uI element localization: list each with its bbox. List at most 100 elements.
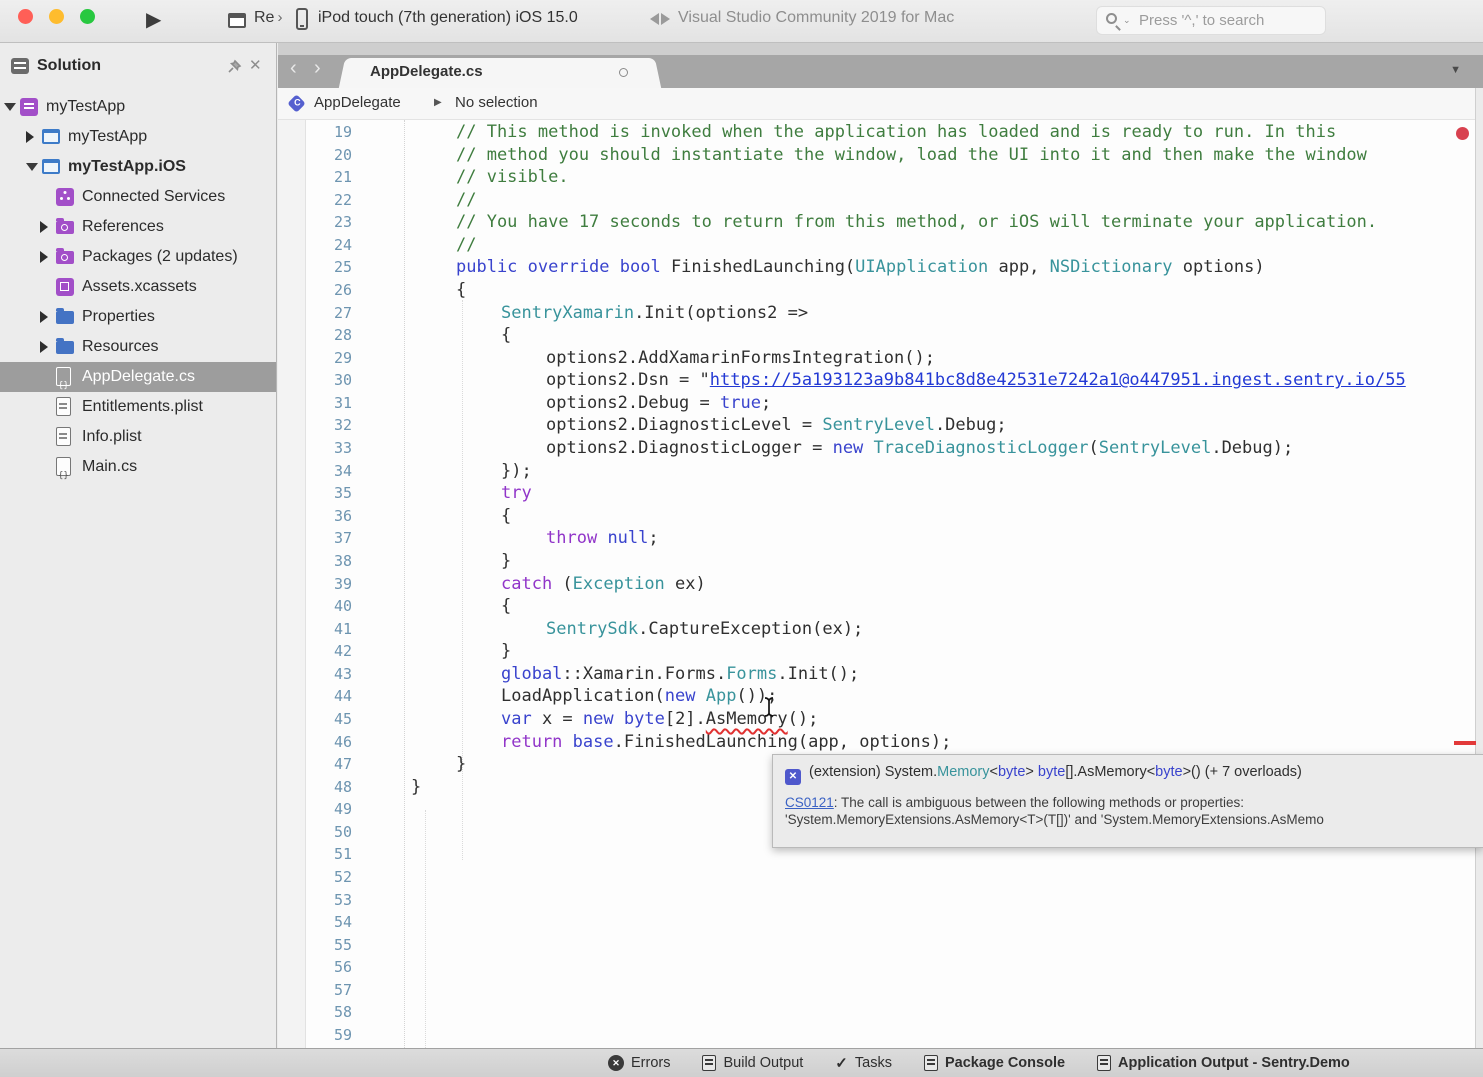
close-window-button[interactable]	[18, 9, 33, 24]
tree-item-main-cs[interactable]: Main.cs	[0, 452, 276, 482]
code-line-46[interactable]: 46return base.FinishedLaunching(app, opt…	[278, 731, 1475, 754]
line-number[interactable]: 36	[278, 505, 352, 528]
code-line-37[interactable]: 37throw null;	[278, 527, 1475, 550]
line-number[interactable]: 47	[278, 753, 352, 776]
zoom-window-button[interactable]	[80, 9, 95, 24]
pad-toggle-application-output-sentry-demo[interactable]: Application Output - Sentry.Demo	[1097, 1055, 1350, 1071]
pad-toggle-package-console[interactable]: Package Console	[924, 1055, 1065, 1071]
line-number[interactable]: 30	[278, 369, 352, 392]
code-line-41[interactable]: 41SentrySdk.CaptureException(ex);	[278, 618, 1475, 641]
code-line-27[interactable]: 27SentryXamarin.Init(options2 =>	[278, 302, 1475, 325]
line-number[interactable]: 42	[278, 640, 352, 663]
code-line-34[interactable]: 34});	[278, 460, 1475, 483]
code-line-57[interactable]: 57	[278, 979, 1475, 1002]
collapse-arrow-icon[interactable]	[4, 103, 16, 111]
global-search-field[interactable]: ⌄ Press '^,' to search	[1096, 6, 1326, 35]
search-scope-chevron-icon[interactable]: ⌄	[1123, 15, 1131, 26]
pad-toggle-tasks[interactable]: ✓Tasks	[835, 1054, 892, 1072]
navigate-forward-button[interactable]: ›	[314, 57, 321, 80]
code-line-38[interactable]: 38}	[278, 550, 1475, 573]
line-number[interactable]: 44	[278, 685, 352, 708]
code-line-44[interactable]: 44LoadApplication(new App());	[278, 685, 1475, 708]
expand-arrow-icon[interactable]	[40, 311, 48, 323]
error-code-link[interactable]: CS0121	[785, 795, 834, 810]
tree-item-mytestapp[interactable]: myTestApp	[0, 92, 276, 122]
tree-item-resources[interactable]: Resources	[0, 332, 276, 362]
line-number[interactable]: 32	[278, 414, 352, 437]
code-line-36[interactable]: 36{	[278, 505, 1475, 528]
code-line-28[interactable]: 28{	[278, 324, 1475, 347]
expand-arrow-icon[interactable]	[26, 131, 34, 143]
pad-toggle-errors[interactable]: Errors	[608, 1055, 670, 1071]
close-pad-icon[interactable]: ✕	[249, 56, 262, 74]
expand-arrow-icon[interactable]	[40, 221, 48, 233]
code-line-30[interactable]: 30options2.Dsn = "https://5a193123a9b841…	[278, 369, 1475, 392]
line-number[interactable]: 43	[278, 663, 352, 686]
code-line-53[interactable]: 53	[278, 889, 1475, 912]
pin-icon[interactable]	[227, 59, 242, 79]
line-number[interactable]: 58	[278, 1001, 352, 1024]
pad-toggle-build-output[interactable]: Build Output	[702, 1055, 803, 1071]
breadcrumb-selection[interactable]: No selection	[455, 94, 538, 111]
tree-item-info-plist[interactable]: Info.plist	[0, 422, 276, 452]
tree-item-mytestapp[interactable]: myTestApp	[0, 122, 276, 152]
code-line-40[interactable]: 40{	[278, 595, 1475, 618]
code-line-45[interactable]: 45var x = new byte[2].AsMemory();	[278, 708, 1475, 731]
vertical-scrollbar[interactable]	[1475, 88, 1483, 1048]
line-number[interactable]: 25	[278, 256, 352, 279]
code-line-59[interactable]: 59	[278, 1024, 1475, 1047]
tab-appdelegate[interactable]: AppDelegate.cs	[350, 58, 650, 88]
code-line-55[interactable]: 55	[278, 934, 1475, 957]
line-number[interactable]: 34	[278, 460, 352, 483]
tree-item-properties[interactable]: Properties	[0, 302, 276, 332]
tree-item-mytestapp-ios[interactable]: myTestApp.iOS	[0, 152, 276, 182]
code-line-29[interactable]: 29options2.AddXamarinFormsIntegration();	[278, 347, 1475, 370]
line-number[interactable]: 38	[278, 550, 352, 573]
code-line-19[interactable]: 19// This method is invoked when the app…	[278, 121, 1475, 144]
line-number[interactable]: 24	[278, 234, 352, 257]
minimize-window-button[interactable]	[49, 9, 64, 24]
line-number[interactable]: 21	[278, 166, 352, 189]
line-number[interactable]: 46	[278, 731, 352, 754]
code-line-32[interactable]: 32options2.DiagnosticLevel = SentryLevel…	[278, 414, 1475, 437]
line-number[interactable]: 51	[278, 843, 352, 866]
code-line-39[interactable]: 39catch (Exception ex)	[278, 573, 1475, 596]
code-line-26[interactable]: 26{	[278, 279, 1475, 302]
line-number[interactable]: 41	[278, 618, 352, 641]
line-number[interactable]: 27	[278, 302, 352, 325]
line-number[interactable]: 23	[278, 211, 352, 234]
code-editor[interactable]: 19// This method is invoked when the app…	[278, 120, 1475, 1048]
code-line-23[interactable]: 23// You have 17 seconds to return from …	[278, 211, 1475, 234]
line-number[interactable]: 54	[278, 911, 352, 934]
line-number[interactable]: 29	[278, 347, 352, 370]
code-line-24[interactable]: 24//	[278, 234, 1475, 257]
code-line-31[interactable]: 31options2.Debug = true;	[278, 392, 1475, 415]
tree-item-appdelegate-cs[interactable]: AppDelegate.cs	[0, 362, 276, 392]
collapse-arrow-icon[interactable]	[26, 163, 38, 171]
line-number[interactable]: 48	[278, 776, 352, 799]
expand-arrow-icon[interactable]	[40, 341, 48, 353]
configuration-selector[interactable]: Re›	[254, 9, 282, 27]
line-number[interactable]: 52	[278, 866, 352, 889]
line-number[interactable]: 35	[278, 482, 352, 505]
code-line-20[interactable]: 20// method you should instantiate the w…	[278, 144, 1475, 167]
line-number[interactable]: 50	[278, 821, 352, 844]
line-number[interactable]: 22	[278, 189, 352, 212]
line-number[interactable]: 56	[278, 956, 352, 979]
tab-list-dropdown-icon[interactable]: ▼	[1450, 64, 1461, 76]
code-line-21[interactable]: 21// visible.	[278, 166, 1475, 189]
code-line-56[interactable]: 56	[278, 956, 1475, 979]
run-button[interactable]: ▶	[146, 7, 161, 32]
line-number[interactable]: 28	[278, 324, 352, 347]
code-line-35[interactable]: 35try	[278, 482, 1475, 505]
code-line-54[interactable]: 54	[278, 911, 1475, 934]
line-number[interactable]: 49	[278, 798, 352, 821]
breadcrumb-type[interactable]: AppDelegate	[314, 94, 401, 111]
line-number[interactable]: 45	[278, 708, 352, 731]
line-number[interactable]: 19	[278, 121, 352, 144]
line-number[interactable]: 26	[278, 279, 352, 302]
dsn-link[interactable]: https://5a193123a9b841bc8d8e42531e7242a1…	[710, 370, 1406, 390]
line-number[interactable]: 31	[278, 392, 352, 415]
code-line-58[interactable]: 58	[278, 1001, 1475, 1024]
code-line-22[interactable]: 22//	[278, 189, 1475, 212]
